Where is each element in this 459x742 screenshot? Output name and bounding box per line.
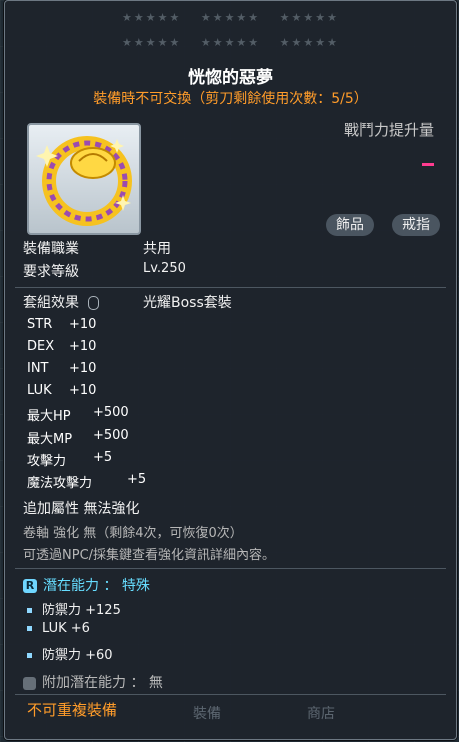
stat-name: 魔法攻擊力 [27,476,93,491]
stat-value: +500 [93,405,129,420]
category-tag-ring: 戒指 [392,214,440,236]
unique-equip-note: 不可重複裝備 [27,701,118,719]
stat-value: +5 [93,450,113,465]
item-tooltip: ★★★★★ ★★★★★ ★★★★★ ★★★★★ ★★★★★ ★★★★★ 恍惚的惡… [4,0,457,740]
star-group: ★★★★★ [122,36,182,49]
stat-row: 最大HP +500 [27,405,129,424]
stat-row: 攻擊力 +5 [27,450,112,469]
stat-name: STR [27,317,53,332]
bullet-icon [27,608,32,613]
combat-power-change-indicator [422,163,434,166]
stat-name: 最大MP [27,432,73,447]
stat-name: 攻擊力 [27,454,67,469]
stat-row: STR +10 [27,317,96,332]
category-tag-accessory: 飾品 [326,214,374,236]
divider [15,568,446,569]
potential-grade-badge: R [23,579,37,593]
item-icon-frame [27,123,141,235]
stat-row: 魔法攻擊力 +5 [27,472,146,491]
potential-line: 防禦力 +60 [27,644,113,663]
stat-value: +10 [69,361,97,376]
star-group: ★★★★★ [200,11,261,24]
stat-row: 最大MP +500 [27,428,129,447]
potential-header: R 潛在能力 ： 特殊 [23,575,150,595]
scroll-status: 卷軸 強化 無（剩餘4次，可恢復0次） [23,526,243,541]
potential-line: 防禦力 +125 [27,599,121,618]
potential-title: 潛在能力 ： 特殊 [43,578,150,594]
job-label: 裝備職業 [23,241,79,257]
level-label: 要求等級 [23,264,79,280]
enhance-hint: 可透過NPC/採集鍵查看強化資訊詳細內容。 [23,548,276,563]
stat-value: +10 [69,317,97,332]
divider [15,694,446,695]
job-row: 裝備職業 [23,238,79,258]
bullet-icon [27,653,32,658]
stat-value: +10 [69,383,97,398]
star-group: ★★★★★ [200,36,261,49]
stat-row: LUK +10 [27,383,96,398]
stat-name: DEX [27,339,55,354]
equip-button[interactable]: 裝備 [193,703,221,723]
stat-value: +10 [69,339,97,354]
stat-name: 最大HP [27,409,71,424]
potential-line: LUK +6 [27,621,90,636]
bonus-potential: 附加潛在能力 ： 無 [23,672,163,692]
stat-row: INT +10 [27,361,96,376]
bullet-icon [27,626,32,631]
stat-name: LUK [27,383,52,398]
bonus-potential-badge-icon [23,676,36,690]
stat-value: +500 [93,428,129,443]
stat-row: DEX +10 [27,339,96,354]
star-group: ★★★★★ [279,11,339,24]
flame-status: 追加屬性 無法強化 [23,501,140,517]
set-effect-label: 套組效果 [23,295,79,311]
job-value: 共用 [143,241,171,257]
combat-power-label: 戰鬥力提升量 [343,121,434,139]
mouse-icon [88,296,100,310]
item-name: 恍惚的惡夢 [188,68,273,88]
star-group: ★★★★★ [122,11,182,24]
level-value: Lv.250 [143,261,186,276]
divider [15,287,446,288]
set-effect-row[interactable]: 套組效果 [23,292,100,312]
star-group: ★★★★★ [279,36,339,49]
star-force-row-2: ★★★★★ ★★★★★ ★★★★★ [5,36,456,49]
trade-restriction-note: 裝備時不可交換（剪刀剩餘使用次數：5/5） [93,91,368,107]
stat-value: +5 [127,472,147,487]
stat-name: INT [27,361,49,376]
shop-button[interactable]: 商店 [307,703,335,723]
ring-icon [36,136,132,226]
set-name: 光耀Boss套裝 [143,295,232,311]
star-force-row-1: ★★★★★ ★★★★★ ★★★★★ [5,11,456,24]
